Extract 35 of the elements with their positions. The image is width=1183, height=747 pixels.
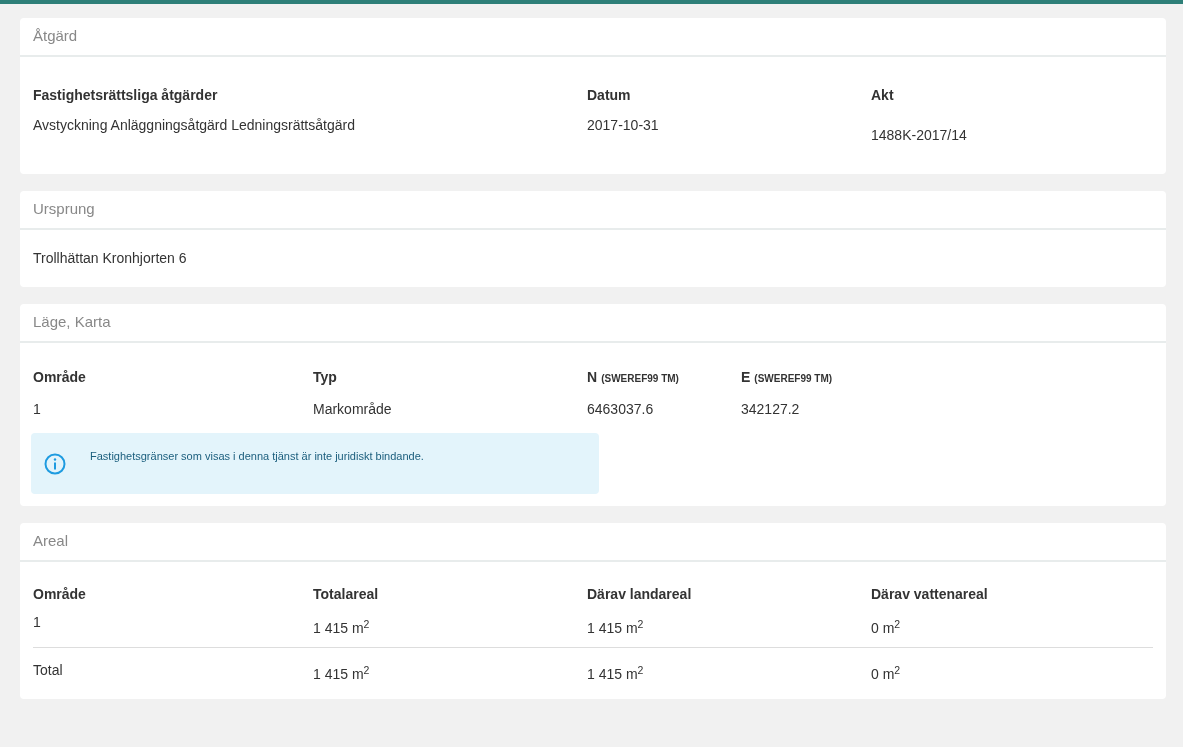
table-cell: 1488K-2017/14 (871, 127, 967, 143)
column-header: Därav vattenareal (871, 586, 988, 602)
table-cell-text: 0 m$^{2}$ (871, 616, 901, 638)
table-cell: 1 (33, 614, 41, 630)
table-cell: 1 (33, 401, 41, 417)
section-title: Ursprung (33, 199, 95, 220)
table-cell: 2017-10-31 (587, 117, 659, 133)
column-header: Akt (871, 87, 894, 103)
table-cell: Avstyckning Anläggningsåtgärd Ledningsrättsåtgärd (33, 117, 355, 133)
table-cell-text: 1 415 m$^{2}$ (313, 616, 370, 638)
column-header: Område (33, 369, 86, 385)
table-cell: 342127.2 (741, 401, 800, 417)
origin-text: Trollhättan Kronhjorten 6 (33, 250, 187, 266)
table-cell-text: 1 415 m$^{2}$ (313, 662, 370, 684)
info-icon (44, 452, 66, 475)
section-title: Åtgärd (33, 26, 78, 47)
column-header: Totalareal (313, 586, 379, 602)
column-header: E (741, 369, 751, 385)
column-header: Typ (313, 369, 337, 385)
table-cell-text: 0 m$^{2}$ (871, 662, 901, 684)
table-cell-text: 1 415 m$^{2}$ (587, 616, 644, 638)
column-header: Område (33, 586, 86, 602)
column-header: N (587, 369, 598, 385)
column-header: Därav landareal (587, 586, 692, 602)
notice-text: Fastighetsgränser som visas i denna tjänst är inte juridiskt bindande. (90, 449, 424, 465)
column-header: Fastighetsrättsliga åtgärder (33, 87, 218, 103)
unit-label: (SWEREF99 TM) (754, 373, 833, 384)
table-cell-text: 1 415 m$^{2}$ (587, 662, 644, 684)
table-cell: Total (33, 662, 63, 678)
column-header: Datum (587, 87, 631, 103)
section-title: Läge, Karta (33, 312, 111, 333)
unit-label: (SWEREF99 TM) (601, 373, 679, 384)
table-cell: 6463037.6 (587, 401, 654, 417)
table-cell: Markområde (313, 401, 392, 417)
section-title: Areal (33, 531, 69, 552)
